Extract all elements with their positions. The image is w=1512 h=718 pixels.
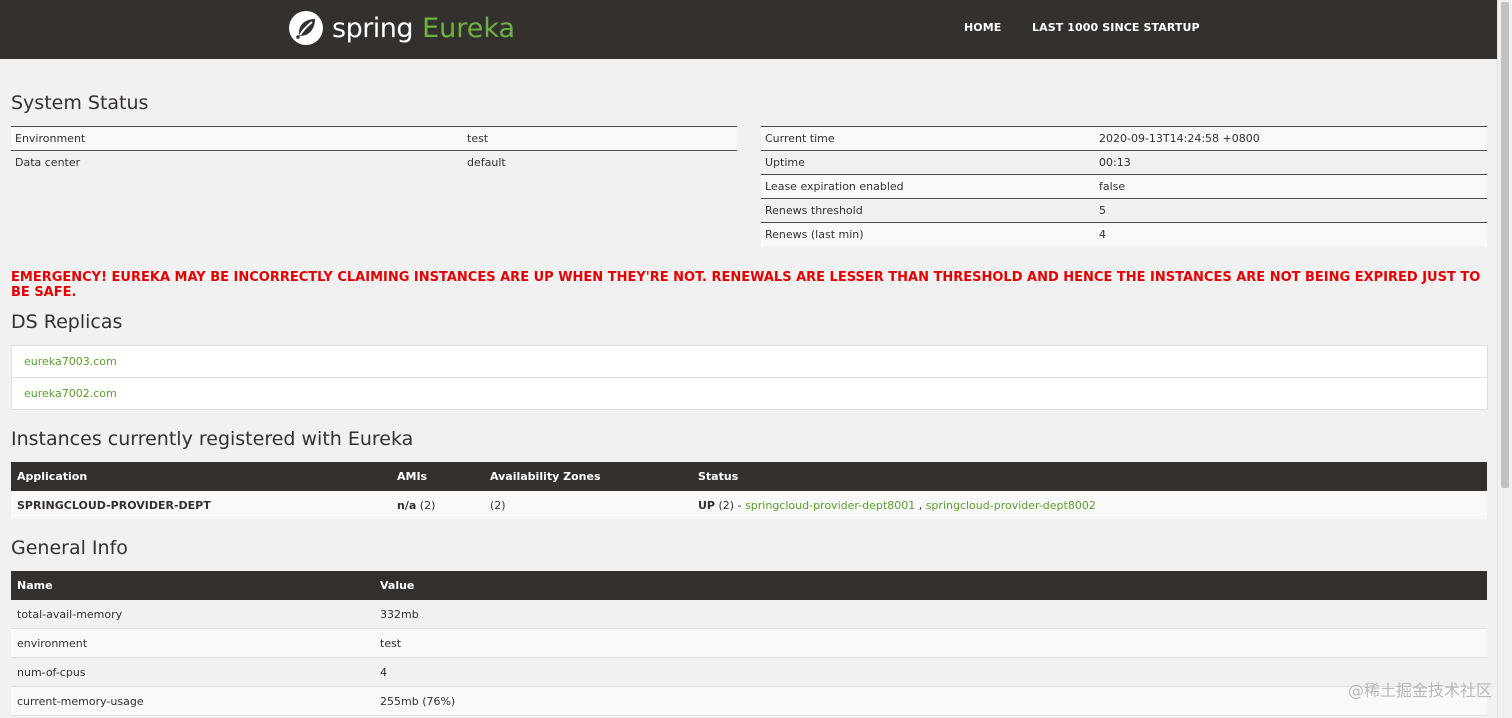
table-row: Lease expiration enabled false: [761, 174, 1487, 199]
status-label: Data center: [11, 150, 463, 174]
general-info-title: General Info: [11, 537, 128, 559]
table-row: Environment test: [11, 126, 737, 151]
status-value: 5: [1095, 198, 1487, 223]
column-header: AMIs: [391, 462, 484, 491]
logo-spring-text: spring: [332, 12, 414, 44]
info-value: 332mb: [374, 600, 1487, 629]
spring-leaf-icon: [289, 11, 323, 45]
scrollbar-thumb[interactable]: [1501, 2, 1509, 488]
column-header: Status: [692, 462, 1487, 491]
replica-link[interactable]: eureka7003.com: [12, 346, 1487, 378]
column-header: Name: [11, 571, 374, 600]
table-row: num-of-cpus 4: [11, 657, 1487, 687]
info-value: 4: [374, 657, 1487, 687]
table-row: Current time 2020-09-13T14:24:58 +0800: [761, 126, 1487, 151]
status-label: Renews threshold: [761, 198, 1095, 223]
status-label: Current time: [761, 126, 1095, 151]
status-cell: UP (2) - springcloud-provider-dept8001 ,…: [692, 491, 1487, 519]
table-row: environment test: [11, 628, 1487, 658]
application-name: SPRINGCLOUD-PROVIDER-DEPT: [11, 491, 391, 519]
status-value: false: [1095, 174, 1487, 199]
nav-home-link[interactable]: HOME: [964, 21, 1001, 34]
system-status-title: System Status: [11, 92, 149, 114]
instance-link[interactable]: springcloud-provider-dept8001: [745, 499, 915, 512]
watermark-text: @稀土掘金技术社区: [1347, 681, 1492, 700]
replica-link[interactable]: eureka7002.com: [12, 378, 1487, 409]
status-label: Renews (last min): [761, 222, 1095, 246]
amis-count: (2): [419, 498, 436, 512]
status-value: test: [463, 126, 737, 151]
table-header-row: Application AMIs Availability Zones Stat…: [11, 462, 1487, 491]
status-up: UP: [698, 498, 715, 512]
instance-link[interactable]: springcloud-provider-dept8002: [926, 499, 1096, 512]
table-row: Uptime 00:13: [761, 150, 1487, 175]
instances-title: Instances currently registered with Eure…: [11, 428, 414, 450]
table-row: Renews (last min) 4: [761, 222, 1487, 246]
info-value: 255mb (76%): [374, 686, 1487, 716]
table-row: Data center default: [11, 150, 737, 174]
amis-cell: n/a (2): [391, 491, 484, 519]
info-name: current-memory-usage: [11, 686, 374, 716]
amis-value: n/a: [397, 498, 417, 512]
info-name: total-avail-memory: [11, 600, 374, 629]
general-info-table: Name Value total-avail-memory 332mb envi…: [11, 571, 1487, 716]
system-status-left-table: Environment test Data center default: [11, 126, 737, 174]
status-label: Environment: [11, 126, 463, 151]
column-header: Value: [374, 571, 1487, 600]
spring-eureka-logo[interactable]: spring Eureka: [288, 8, 515, 48]
vertical-scrollbar[interactable]: [1497, 0, 1512, 718]
zones-cell: (2): [484, 491, 692, 519]
status-count: (2) -: [718, 498, 742, 512]
instances-table: Application AMIs Availability Zones Stat…: [11, 462, 1487, 519]
column-header: Availability Zones: [484, 462, 692, 491]
column-header: Application: [11, 462, 391, 491]
table-row: current-memory-usage 255mb (76%): [11, 686, 1487, 716]
info-name: environment: [11, 628, 374, 658]
table-row: SPRINGCLOUD-PROVIDER-DEPT n/a (2) (2) UP…: [11, 491, 1487, 519]
status-value: 2020-09-13T14:24:58 +0800: [1095, 126, 1487, 151]
instance-separator: ,: [918, 498, 923, 512]
status-value: 4: [1095, 222, 1487, 246]
table-row: Renews threshold 5: [761, 198, 1487, 223]
ds-replicas-title: DS Replicas: [11, 311, 123, 333]
nav-last-1000-link[interactable]: LAST 1000 SINCE STARTUP: [1032, 21, 1200, 34]
info-name: num-of-cpus: [11, 657, 374, 687]
info-value: test: [374, 628, 1487, 658]
table-row: total-avail-memory 332mb: [11, 600, 1487, 629]
status-label: Lease expiration enabled: [761, 174, 1095, 199]
table-header-row: Name Value: [11, 571, 1487, 600]
status-value: 00:13: [1095, 150, 1487, 175]
logo-eureka-text: Eureka: [422, 12, 516, 44]
status-value: default: [463, 150, 737, 174]
top-navbar: spring Eureka HOME LAST 1000 SINCE START…: [0, 0, 1498, 59]
system-status-right-table: Current time 2020-09-13T14:24:58 +0800 U…: [761, 126, 1487, 246]
status-label: Uptime: [761, 150, 1095, 175]
ds-replicas-list: eureka7003.com eureka7002.com: [11, 345, 1488, 410]
emergency-warning: EMERGENCY! EUREKA MAY BE INCORRECTLY CLA…: [11, 270, 1481, 300]
